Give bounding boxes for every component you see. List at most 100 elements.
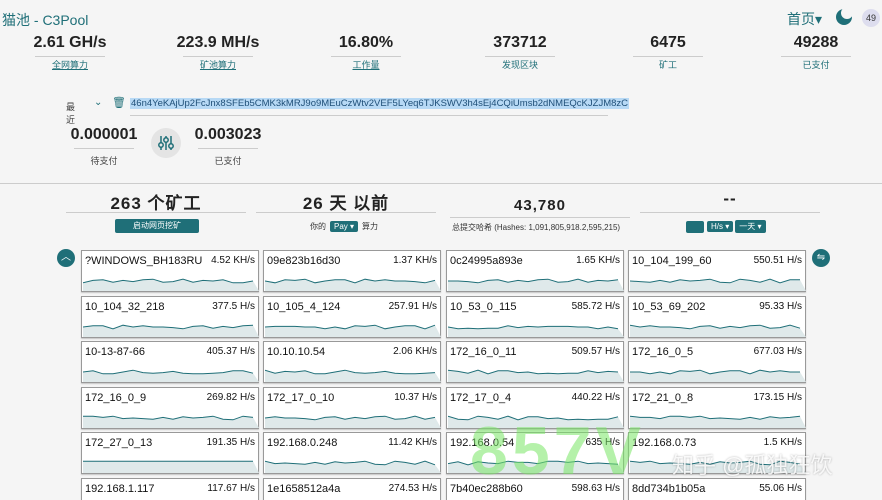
worker-card[interactable]: 172_27_0_13 191.35 H/s [81, 432, 259, 474]
home-menu-button[interactable]: 首页▾ [787, 9, 822, 29]
worker-card[interactable]: 0c24995a893e 1.65 KH/s [446, 250, 624, 292]
pay-select[interactable]: Pay ▾ [330, 221, 359, 232]
hashrate-label: 算力 [362, 222, 379, 231]
worker-name: 10_53_0_115 [450, 301, 517, 313]
trash-icon[interactable]: 🗑 [112, 96, 126, 109]
worker-card[interactable]: 7b40ec288b60 598.63 H/s [446, 478, 624, 500]
worker-card[interactable]: 172_21_0_8 173.15 H/s [628, 387, 806, 429]
hashrate-selector: 你的 Pay ▾ 算力 [310, 221, 378, 232]
worker-hashrate: 173.15 H/s [753, 392, 802, 403]
worker-name: 09e823b16d30 [267, 255, 341, 267]
sparkline-chart [448, 460, 624, 473]
worker-card[interactable]: 192.168.1.117 117.67 H/s [81, 478, 259, 500]
sparkline-chart [630, 324, 806, 337]
chevron-down-icon: ▾ [814, 11, 822, 27]
worker-name: 172_17_0_4 [450, 392, 512, 404]
worker-name: 172_21_0_8 [632, 392, 694, 404]
worker-hashrate: 55.06 H/s [759, 483, 802, 494]
cycle-icon[interactable]: ⇋ [812, 249, 830, 267]
worker-card[interactable]: 10-13-87-66 405.37 H/s [81, 341, 259, 383]
sliders-icon [158, 136, 174, 150]
stat-label[interactable]: 工作量 [296, 58, 436, 71]
worker-card[interactable]: 1e1658512a4a 274.53 H/s [263, 478, 441, 500]
worker-name: 192.168.0.248 [267, 437, 338, 449]
stat-label[interactable]: 全网算力 [0, 58, 140, 71]
paid-label: 已支付 [214, 156, 242, 166]
hashes-label: 总提交哈希 (Hashes: 1,091,805,918.2,595,215) [452, 223, 621, 232]
settings-button[interactable] [151, 128, 181, 158]
worker-hashrate: 598.63 H/s [571, 483, 620, 494]
worker-card[interactable]: 172_16_0_5 677.03 H/s [628, 341, 806, 383]
sparkline-chart [83, 324, 259, 337]
logo[interactable]: 猫池 - C3Pool [2, 10, 88, 30]
worker-name: 0c24995a893e [450, 255, 523, 267]
stat-value: 16.80% [338, 34, 394, 51]
worker-card[interactable]: 172_16_0_9 269.82 H/s [81, 387, 259, 429]
header: 猫池 - C3Pool 首页▾ 49 [0, 0, 882, 34]
pending-label: 待支付 [90, 156, 118, 166]
worker-card[interactable]: 10_105_4_124 257.91 H/s [263, 296, 441, 338]
worker-card[interactable]: 192.168.0.73 1.5 KH/s [628, 432, 806, 474]
period-select[interactable]: 一天 ▾ [735, 220, 766, 233]
chevron-down-icon[interactable]: ⌄ [94, 97, 102, 108]
worker-card[interactable]: ?WINDOWS_BH183RU 4.52 KH/s [81, 250, 259, 292]
worker-card[interactable]: 10_104_32_218 377.5 H/s [81, 296, 259, 338]
unit-select[interactable]: H/s ▾ [707, 221, 734, 232]
worker-card[interactable]: 192.168.0.54 635 H/s [446, 432, 624, 474]
worker-card[interactable]: 192.168.0.248 11.42 KH/s [263, 432, 441, 474]
sparkline-chart [83, 460, 259, 473]
pending-value: 0.000001 [70, 126, 138, 143]
collapse-up-icon[interactable]: ︿ [57, 249, 75, 267]
worker-card[interactable]: 10_53_0_115 585.72 H/s [446, 296, 624, 338]
last-share-value: 26 天 以前 [302, 194, 390, 213]
stat-3: 373712 发现区块 [450, 34, 590, 71]
worker-card[interactable]: 8dd734b1b05a 55.06 H/s [628, 478, 806, 500]
worker-card[interactable]: 10.10.10.54 2.06 KH/s [263, 341, 441, 383]
divider [640, 212, 820, 213]
stat-0: 2.61 GH/s 全网算力 [0, 34, 140, 71]
worker-hashrate: 440.22 H/s [571, 392, 620, 403]
worker-name: 10_53_69_202 [632, 301, 706, 313]
worker-name: 172_16_0_11 [450, 346, 517, 358]
sparkline-chart [448, 278, 624, 291]
divider [633, 56, 703, 57]
total-hashes: 43,780 [450, 197, 630, 218]
worker-card[interactable]: 172_16_0_11 509.57 H/s [446, 341, 624, 383]
worker-name: 10_105_4_124 [267, 301, 341, 313]
notification-badge[interactable]: 49 [862, 9, 880, 27]
sparkline-chart [448, 415, 624, 428]
worker-card[interactable]: 172_17_0_10 10.37 H/s [263, 387, 441, 429]
worker-card[interactable]: 10_53_69_202 95.33 H/s [628, 296, 806, 338]
worker-name: 8dd734b1b05a [632, 483, 706, 495]
sparkline-area [265, 325, 441, 337]
stat-2: 16.80% 工作量 [296, 34, 436, 71]
stat-4: 6475 矿工 [598, 34, 738, 71]
sparkline-chart [630, 415, 806, 428]
sparkline-chart [448, 325, 624, 337]
stat-label[interactable]: 矿池算力 [148, 58, 288, 71]
stat-label: 发现区块 [501, 60, 538, 70]
divider [781, 56, 851, 57]
worker-hashrate: 95.33 H/s [759, 301, 802, 312]
worker-hashrate: 117.67 H/s [207, 483, 255, 494]
dark-mode-icon[interactable] [836, 7, 853, 25]
worker-name: 192.168.0.54 [450, 437, 515, 449]
worker-card[interactable]: 09e823b16d30 1.37 KH/s [263, 250, 441, 292]
worker-hashrate: 377.5 H/s [212, 301, 255, 312]
sparkline-chart [265, 324, 441, 337]
sparkline-chart [83, 369, 259, 382]
worker-hashrate: 635 H/s [585, 437, 620, 448]
divider [450, 217, 630, 218]
worker-hashrate: 2.06 KH/s [393, 346, 437, 357]
sparkline-area [265, 279, 441, 291]
color-swatch[interactable] [686, 220, 704, 233]
divider [66, 212, 246, 213]
worker-card[interactable]: 172_17_0_4 440.22 H/s [446, 387, 624, 429]
worker-name: 192.168.0.73 [632, 437, 697, 449]
worker-card[interactable]: 10_104_199_60 550.51 H/s [628, 250, 806, 292]
sparkline-chart [448, 369, 624, 382]
start-web-mining-button[interactable]: 启动网页挖矿 [115, 219, 199, 233]
wallet-address-input[interactable]: 46n4YeKAjUp2FcJnx8SFEb5CMK3kMRJ9o9MEuCzW… [130, 98, 630, 109]
sparkline-chart [630, 460, 806, 473]
stat-label: 矿工 [658, 60, 677, 70]
